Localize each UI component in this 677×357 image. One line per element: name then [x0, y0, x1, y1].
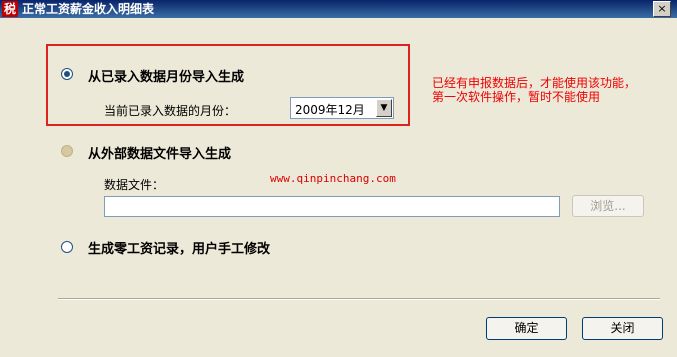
month-select-value: 2009年12月	[295, 103, 365, 117]
data-file-field	[104, 196, 560, 217]
window-title: 正常工资薪金收入明细表	[22, 2, 155, 16]
watermark-url: www.qinpinchang.com	[270, 172, 396, 185]
option-import-from-file-label: 从外部数据文件导入生成	[88, 147, 232, 162]
title-bar: 税 正常工资薪金收入明细表 ×	[0, 0, 677, 18]
radio-import-from-month[interactable]	[61, 68, 73, 80]
month-select[interactable]: 2009年12月 ▼	[290, 97, 394, 119]
divider	[58, 298, 660, 300]
annotation-note: 已经有申报数据后，才能使用该功能， 第一次软件操作，暂时不能使用	[432, 76, 677, 104]
close-window-button[interactable]: ×	[653, 1, 671, 17]
data-file-label: 数据文件：	[104, 178, 165, 192]
month-label: 当前已录入数据的月份：	[104, 104, 237, 118]
annotation-line-1: 已经有申报数据后，才能使用该功能，	[432, 76, 637, 90]
ok-button[interactable]: 确定	[486, 317, 567, 340]
radio-import-from-file	[61, 145, 73, 157]
app-icon: 税	[2, 1, 18, 17]
radio-zero-records[interactable]	[61, 241, 73, 253]
annotation-line-2: 第一次软件操作，暂时不能使用	[432, 90, 601, 104]
option-zero-records-label[interactable]: 生成零工资记录，用户手工修改	[88, 238, 270, 257]
chevron-down-icon[interactable]: ▼	[376, 99, 392, 117]
browse-button: 浏览...	[572, 195, 644, 217]
option-import-from-month-label[interactable]: 从已录入数据月份导入生成	[88, 66, 244, 85]
close-button[interactable]: 关闭	[582, 317, 663, 340]
